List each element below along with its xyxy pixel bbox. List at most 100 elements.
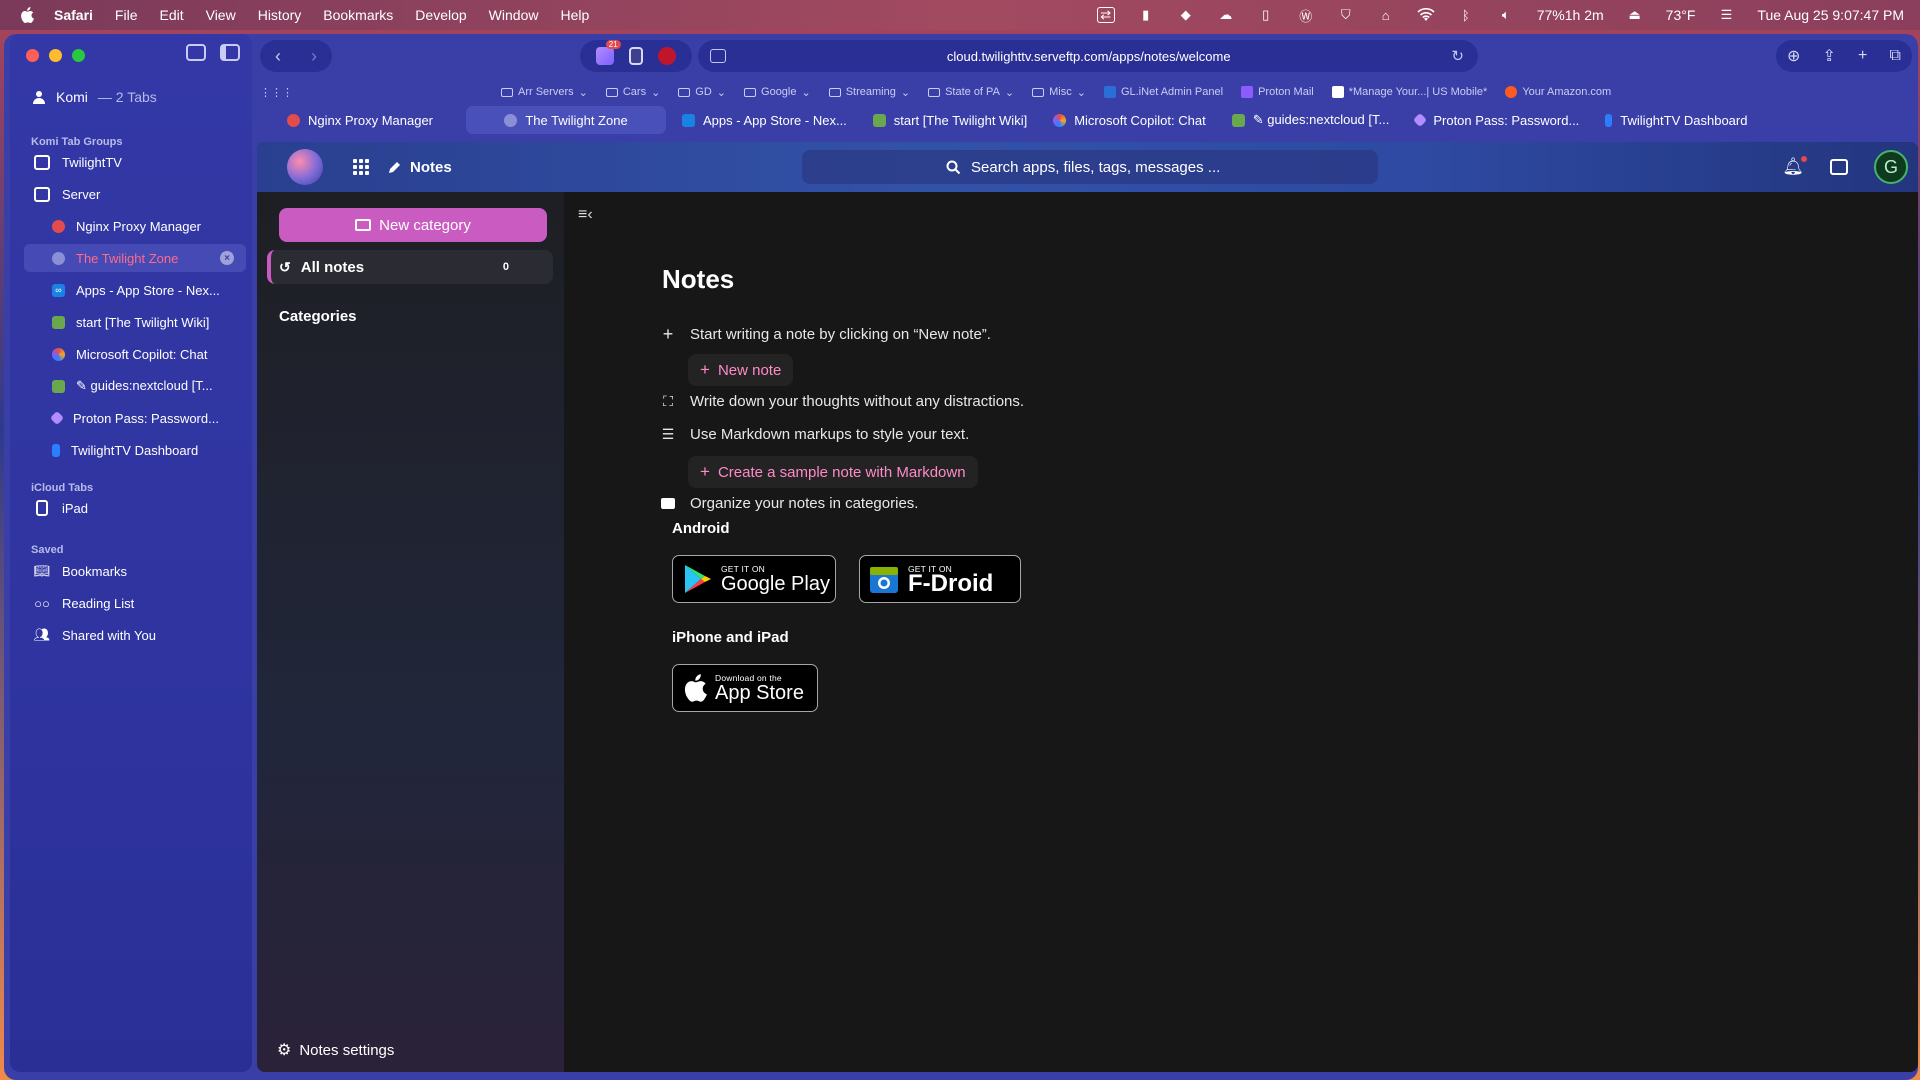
menu-app-name[interactable]: Safari	[54, 7, 93, 23]
circle-w-icon[interactable]: Ⓦ	[1297, 7, 1315, 24]
weather-status[interactable]: 73°F	[1666, 7, 1696, 23]
share-icon[interactable]: ⇪	[1823, 46, 1836, 66]
shield-icon[interactable]: ⛉	[1337, 7, 1355, 23]
unified-search[interactable]: Search apps, files, tags, messages ...	[802, 150, 1378, 184]
favorite-folder[interactable]: Misc ⌄	[1032, 86, 1086, 99]
favorite-folder[interactable]: State of PA ⌄	[928, 86, 1014, 99]
reload-icon[interactable]: ↻	[1451, 47, 1464, 65]
menu-bookmarks[interactable]: Bookmarks	[323, 7, 393, 23]
notifications-bell-icon[interactable]: 🔔︎	[1782, 156, 1807, 177]
menu-view[interactable]: View	[206, 7, 236, 23]
new-note-button[interactable]: + New note	[688, 354, 794, 386]
sidebar-shared-with-you[interactable]: 👥︎ Shared with You	[24, 621, 246, 649]
minimize-window-button[interactable]	[49, 49, 62, 62]
back-button[interactable]: ‹	[275, 46, 281, 67]
wifi-icon[interactable]	[1417, 7, 1435, 23]
tab-proton-pass[interactable]: Proton Pass: Password...	[1405, 106, 1589, 134]
menu-history[interactable]: History	[258, 7, 302, 23]
favorites-grid-icon[interactable]: ⋮⋮⋮	[260, 86, 293, 99]
favorite-link[interactable]: GL.iNet Admin Panel	[1103, 86, 1223, 98]
home-icon[interactable]: ⌂	[1377, 7, 1395, 23]
tab-copilot[interactable]: Microsoft Copilot: Chat	[1043, 106, 1216, 134]
notes-settings-button[interactable]: ⚙ Notes settings	[277, 1040, 394, 1060]
usb-icon[interactable]: ▯	[1257, 7, 1275, 23]
fdroid-badge[interactable]: GET IT ON F-Droid	[859, 555, 1021, 603]
profile-row[interactable]: Komi — 2 Tabs	[32, 89, 157, 105]
tab-overview-icon[interactable]: ⧉	[1889, 47, 1900, 65]
book-icon: 📖︎	[33, 563, 51, 578]
tab-twilight-zone[interactable]: The Twilight Zone	[466, 106, 666, 134]
user-avatar[interactable]: G	[1874, 150, 1908, 184]
cloud-icon[interactable]: ☁	[1217, 7, 1235, 23]
app-menu-grid-icon[interactable]	[353, 159, 369, 175]
favorite-folder[interactable]: Google ⌄	[744, 86, 811, 99]
menu-file[interactable]: File	[115, 7, 138, 23]
battery-status[interactable]: 77%1h 2m	[1537, 7, 1604, 23]
close-tab-icon[interactable]: ×	[220, 251, 234, 265]
sidebar-tab-twilight-zone[interactable]: The Twilight Zone ×	[24, 244, 246, 272]
sidebar-reading-list[interactable]: ○○ Reading List	[24, 589, 246, 617]
sidebar-tab-wiki[interactable]: start [The Twilight Wiki]	[24, 308, 246, 336]
volume-icon[interactable]: 🔈︎	[1497, 7, 1515, 23]
screen-icon[interactable]: ⇄	[1096, 7, 1115, 23]
diamond-icon[interactable]: ◆	[1177, 7, 1195, 23]
forward-button[interactable]: ›	[311, 46, 317, 67]
sidebar-bookmarks[interactable]: 📖︎ Bookmarks	[24, 557, 246, 585]
sidebar-tab-proton-pass[interactable]: Proton Pass: Password...	[24, 404, 246, 432]
favorite-folder[interactable]: GD ⌄	[678, 86, 726, 99]
favorite-folder[interactable]: Streaming ⌄	[828, 86, 910, 99]
tab-group-twilighttv[interactable]: TwilightTV	[24, 148, 246, 176]
tab-group-server[interactable]: Server	[24, 180, 246, 208]
tab-guides[interactable]: ✎ guides:nextcloud [T...	[1222, 106, 1400, 134]
sidebar-tab-nginx[interactable]: Nginx Proxy Manager	[24, 212, 246, 240]
favorite-folder[interactable]: Arr Servers ⌄	[501, 86, 588, 99]
new-category-button[interactable]: New category	[279, 208, 547, 242]
favorite-link[interactable]: *Manage Your...| US Mobile*	[1331, 86, 1487, 98]
block-extension-icon[interactable]	[658, 47, 677, 65]
close-window-button[interactable]	[26, 49, 39, 62]
tab-nginx[interactable]: Nginx Proxy Manager	[260, 106, 460, 134]
clipboard-icon[interactable]: ▮	[1137, 7, 1155, 23]
menu-develop[interactable]: Develop	[415, 7, 466, 23]
sidebar-tab-guides[interactable]: ✎ guides:nextcloud [T...	[24, 372, 246, 400]
sidebar-tab-copilot[interactable]: Microsoft Copilot: Chat	[24, 340, 246, 368]
google-play-badge[interactable]: GET IT ON Google Play	[672, 555, 836, 603]
address-bar[interactable]: cloud.twilighttv.serveftp.com/apps/notes…	[698, 40, 1478, 72]
current-app[interactable]: Notes	[387, 159, 452, 176]
sidebar-tab-dashboard[interactable]: TwilightTV Dashboard	[24, 436, 246, 464]
url-text[interactable]: cloud.twilighttv.serveftp.com/apps/notes…	[726, 49, 1451, 64]
zoom-window-button[interactable]	[72, 49, 85, 62]
downloads-icon[interactable]: ⊕	[1787, 46, 1800, 66]
icloud-device-ipad[interactable]: iPad	[24, 494, 246, 522]
eject-icon[interactable]: ⏏	[1626, 7, 1644, 23]
app-store-badge[interactable]: Download on the App Store	[672, 664, 818, 712]
tab-dashboard[interactable]: TwilightTV Dashboard	[1595, 106, 1757, 134]
bluetooth-icon[interactable]: ᛒ	[1457, 7, 1475, 23]
new-tab-group-icon[interactable]	[186, 44, 206, 61]
favorite-folder[interactable]: Cars ⌄	[605, 86, 660, 99]
menu-window[interactable]: Window	[489, 7, 539, 23]
search-placeholder: Search apps, files, tags, messages ...	[971, 158, 1221, 176]
tab-appstore[interactable]: Apps - App Store - Nex...	[672, 106, 857, 134]
nginx-favicon-icon	[287, 113, 300, 127]
collapse-navigation-icon[interactable]: ≡‹	[578, 206, 593, 224]
contacts-icon[interactable]	[1830, 159, 1848, 175]
sidebar-tab-appstore[interactable]: ∞ Apps - App Store - Nex...	[24, 276, 246, 304]
clock[interactable]: Tue Aug 25 9:07:47 PM	[1757, 7, 1904, 23]
create-sample-note-button[interactable]: + Create a sample note with Markdown	[688, 456, 978, 488]
favorite-link[interactable]: Your Amazon.com	[1505, 86, 1611, 98]
new-category-label: New category	[379, 216, 471, 234]
proton-extension-icon[interactable]: 21	[595, 40, 621, 65]
tab-wiki[interactable]: start [The Twilight Wiki]	[863, 106, 1037, 134]
menu-help[interactable]: Help	[560, 7, 589, 23]
clipboard-extension-icon[interactable]	[628, 47, 643, 65]
apple-icon[interactable]	[18, 6, 36, 24]
page-menu-icon[interactable]	[710, 49, 726, 63]
sidebar-toggle-icon[interactable]	[220, 44, 240, 61]
all-notes-item[interactable]: ↺ All notes 0	[267, 250, 553, 284]
favorite-link[interactable]: Proton Mail	[1241, 86, 1314, 98]
nextcloud-logo[interactable]	[287, 149, 323, 185]
new-tab-icon[interactable]: +	[1858, 47, 1867, 65]
control-center-icon[interactable]: ☰	[1717, 7, 1735, 23]
menu-edit[interactable]: Edit	[159, 7, 183, 23]
